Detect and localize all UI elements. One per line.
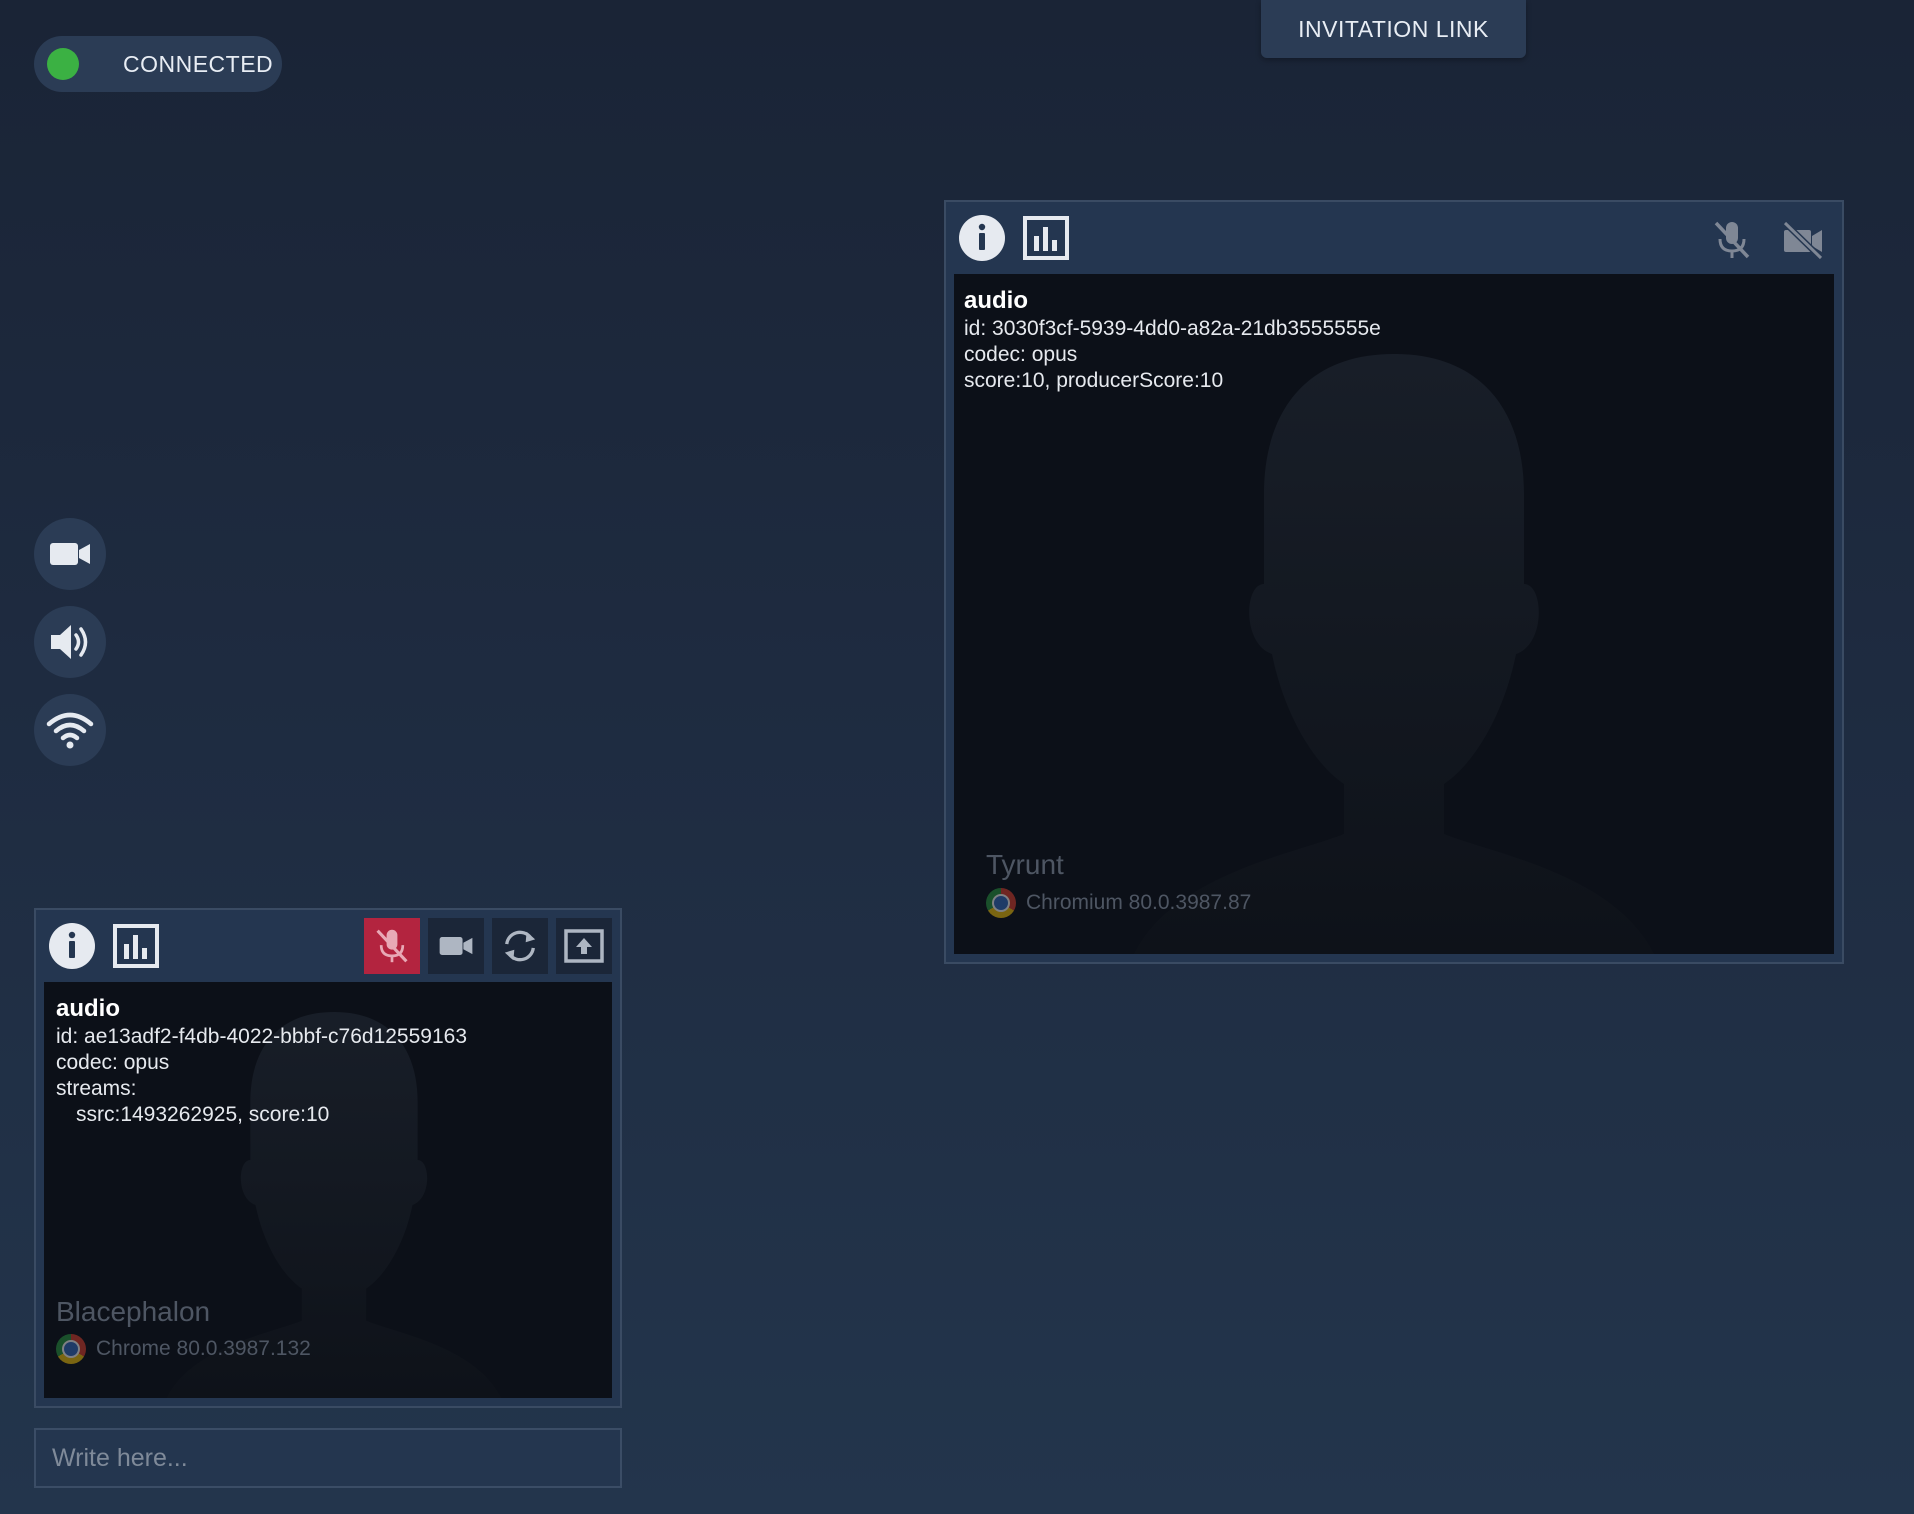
remote-info-codec: codec: opus [964,343,1078,366]
stats-icon [1023,216,1069,260]
local-peer-device-label: Chrome 80.0.3987.132 [96,1337,311,1360]
info-icon [959,215,1005,261]
local-info-button[interactable] [48,922,96,970]
toggle-audio-button[interactable] [34,606,106,678]
video-off-icon [1782,220,1824,260]
invitation-link-button[interactable]: INVITATION LINK [1261,0,1526,58]
chrome-icon [56,1334,86,1364]
toggle-camera-button[interactable] [34,518,106,590]
local-peer-panel: audio id: ae13adf2-f4db-4022-bbbf-c76d12… [34,908,622,1408]
local-info-panel: audio id: ae13adf2-f4db-4022-bbbf-c76d12… [56,996,467,1128]
mute-mic-button[interactable] [364,918,420,974]
remote-info-panel: audio id: 3030f3cf-5939-4dd0-a82a-21db35… [964,288,1381,394]
network-button[interactable] [34,694,106,766]
remote-peer-name: Tyrunt [986,849,1064,880]
share-screen-button[interactable] [556,918,612,974]
avatar-silhouette [1134,354,1654,954]
remote-peer-device-label: Chromium 80.0.3987.87 [1026,891,1252,914]
remote-info-id: id: 3030f3cf-5939-4dd0-a82a-21db3555555e [964,317,1381,340]
remote-peer-device: Chromium 80.0.3987.87 [986,888,1251,918]
local-info-stream: ssrc:1493262925, score:10 [76,1103,330,1126]
webcam-icon [439,937,473,955]
remote-peer-toolbar [946,202,1842,274]
remote-mic-status [1708,216,1756,264]
local-video-area: audio id: ae13adf2-f4db-4022-bbbf-c76d12… [44,982,612,1398]
local-info-streams-label: streams: [56,1077,137,1100]
chromium-icon [986,888,1016,918]
toggle-webcam-button[interactable] [428,918,484,974]
local-info-id: id: ae13adf2-f4db-4022-bbbf-c76d12559163 [56,1025,468,1048]
connection-status-badge[interactable]: CONNECTED [34,36,282,92]
speaker-icon [51,625,88,659]
remote-stats-button[interactable] [1022,214,1070,262]
stats-icon [113,924,159,968]
camera-icon [50,543,90,565]
chat-input[interactable] [34,1428,622,1488]
share-screen-icon [564,929,604,963]
local-info-codec: codec: opus [56,1051,170,1074]
change-webcam-icon [504,930,536,962]
remote-info-score: score:10, producerScore:10 [964,369,1224,392]
mic-off-icon [1714,221,1750,259]
remote-video-status [1778,216,1828,264]
connection-status-dot [47,48,79,80]
local-peer-toolbar [36,910,620,982]
wifi-icon [46,712,94,749]
remote-info-button[interactable] [958,214,1006,262]
local-peer-device: Chrome 80.0.3987.132 [56,1334,311,1364]
connection-status-label: CONNECTED [123,50,274,77]
info-icon [49,923,95,969]
local-info-title: audio [56,995,120,1022]
remote-peer-panel: audio id: 3030f3cf-5939-4dd0-a82a-21db35… [944,200,1844,964]
mic-muted-icon [376,929,408,963]
local-stats-button[interactable] [112,922,160,970]
local-peer-name: Blacephalon [56,1296,211,1327]
remote-info-title: audio [964,287,1028,314]
remote-video-area: audio id: 3030f3cf-5939-4dd0-a82a-21db35… [954,274,1834,954]
change-webcam-button[interactable] [492,918,548,974]
